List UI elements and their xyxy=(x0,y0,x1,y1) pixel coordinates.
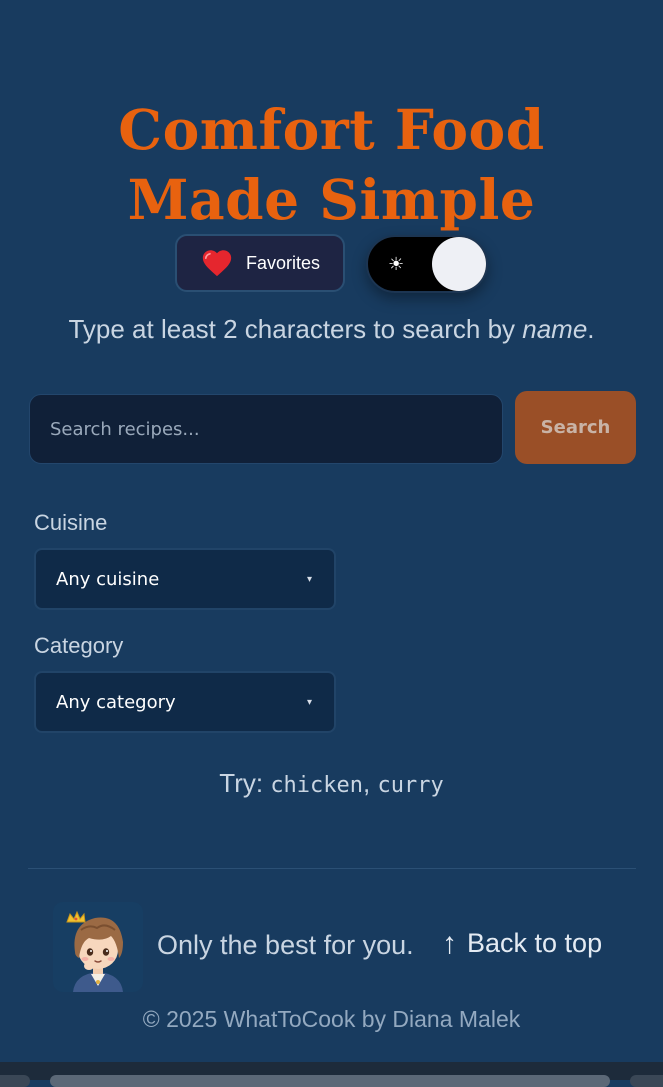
copyright: © 2025 WhatToCook by Diana Malek xyxy=(142,1006,521,1032)
search-hint: Type at least 2 characters to search by … xyxy=(0,314,663,345)
page-title: Comfort Food Made Simple xyxy=(0,95,663,235)
avatar xyxy=(53,902,143,992)
cuisine-select-value: Any cuisine xyxy=(56,568,160,590)
browser-tab-stub-right xyxy=(630,1075,663,1087)
category-select[interactable]: Any category ▾ xyxy=(34,671,336,733)
chevron-down-icon: ▾ xyxy=(306,696,312,708)
cuisine-label: Cuisine xyxy=(34,510,108,535)
search-input[interactable] xyxy=(29,394,503,464)
page-title-line-2: Made Simple xyxy=(127,166,536,232)
footer-tagline: Only the best for you. xyxy=(157,930,414,960)
suggestions-separator: , xyxy=(363,768,378,798)
heart-icon xyxy=(200,246,234,280)
toggle-knob[interactable] xyxy=(432,237,486,291)
favorites-button[interactable]: Favorites xyxy=(175,234,345,292)
footer-divider xyxy=(28,868,636,869)
search-hint-suffix: . xyxy=(587,314,595,344)
suggestion-curry[interactable]: curry xyxy=(377,773,443,798)
chevron-down-icon: ▾ xyxy=(306,573,312,585)
page-title-line-1: Comfort Food xyxy=(118,96,545,162)
suggestion-chicken[interactable]: chicken xyxy=(270,773,363,798)
category-label: Category xyxy=(34,633,124,658)
category-select-value: Any category xyxy=(56,691,176,713)
browser-address-pill[interactable] xyxy=(50,1075,610,1087)
search-hint-emphasis: name xyxy=(522,314,588,344)
browser-tab-stub-left xyxy=(0,1075,30,1087)
theme-toggle[interactable]: ☀ xyxy=(366,235,488,293)
sun-icon: ☀ xyxy=(388,254,405,274)
search-hint-prefix: Type at least 2 characters to search by xyxy=(68,314,523,344)
search-suggestions: Try: chicken, curry xyxy=(0,768,663,799)
browser-bottom-bar xyxy=(0,1062,663,1087)
back-to-top-label: Back to top xyxy=(467,928,603,958)
cuisine-select[interactable]: Any cuisine ▾ xyxy=(34,548,336,610)
arrow-up-icon: ↑ xyxy=(442,926,457,960)
favorites-label: Favorites xyxy=(245,252,321,273)
search-button[interactable]: Search xyxy=(515,391,636,464)
suggestions-prefix: Try: xyxy=(219,768,271,798)
back-to-top-link[interactable]: ↑ Back to top xyxy=(442,928,602,959)
